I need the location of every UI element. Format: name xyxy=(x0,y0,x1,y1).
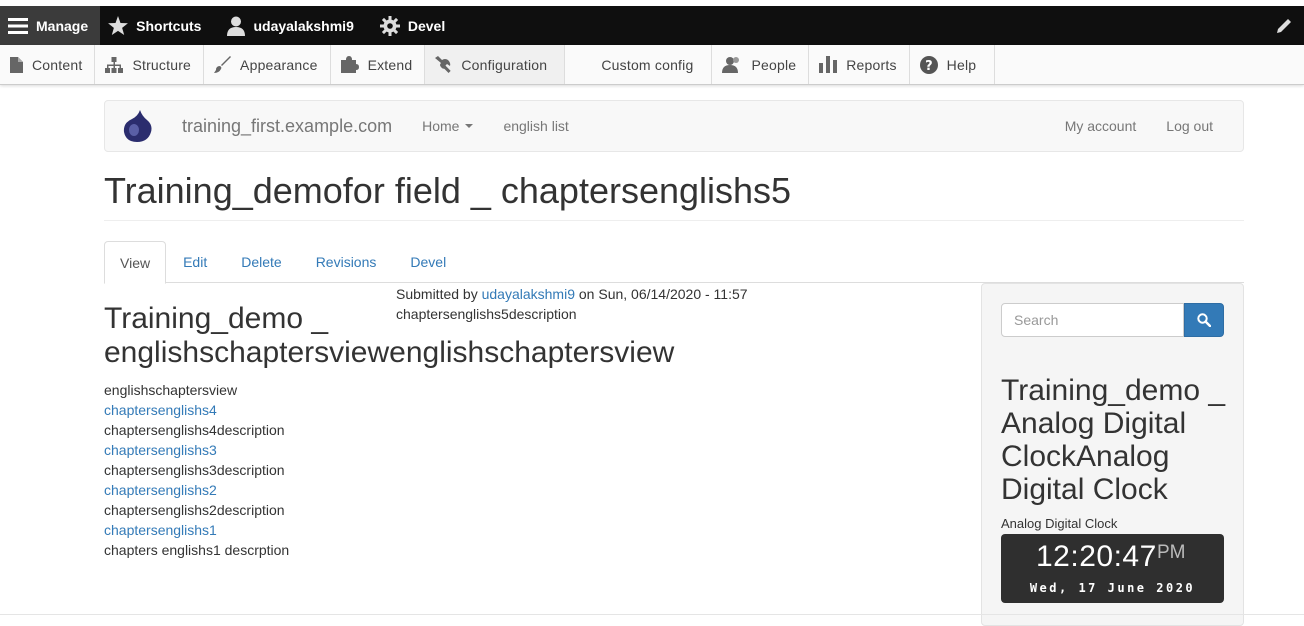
toolbar-manage-label: Manage xyxy=(36,17,89,34)
admin-tray: Content Structure Appearance Extend Conf… xyxy=(0,45,1304,85)
site-navbar: training_first.example.com Home english … xyxy=(104,100,1244,152)
tray-item-configuration[interactable]: Configuration xyxy=(425,45,566,84)
list-item: chaptersenglishs1 chapters englishs1 des… xyxy=(104,520,289,560)
site-name-link[interactable]: training_first.example.com xyxy=(182,116,392,137)
wrench-icon xyxy=(435,56,452,73)
author-link[interactable]: udayalakshmi9 xyxy=(482,286,575,302)
tray-item-structure[interactable]: Structure xyxy=(95,45,205,84)
gear-icon xyxy=(379,15,400,36)
star-icon xyxy=(108,16,129,35)
view-header: englishschaptersview xyxy=(104,382,238,398)
search-input[interactable]: Search xyxy=(1001,303,1184,337)
chapter-link[interactable]: chaptersenglishs4 xyxy=(104,402,217,418)
digital-clock: 12:20:47 PM Wed, 17 June 2020 xyxy=(1001,534,1224,603)
list-item: chaptersenglishs4 chaptersenglishs4descr… xyxy=(104,400,289,440)
sidebar: Search Training_demo _ Analog Digital Cl… xyxy=(981,283,1244,626)
submitted-line: Submitted by udayalakshmi9 on Sun, 06/14… xyxy=(396,284,748,304)
view-list: englishschaptersview chaptersenglishs4 c… xyxy=(104,380,289,560)
local-tasks-tabs: View Edit Delete Revisions Devel xyxy=(104,241,1244,284)
tray-item-label: Content xyxy=(32,56,83,73)
toolbar-user-label: udayalakshmi9 xyxy=(253,17,354,34)
node-meta: Submitted by udayalakshmi9 on Sun, 06/14… xyxy=(396,284,748,324)
tray-item-label: Help xyxy=(946,56,977,73)
toolbar-shortcuts-label: Shortcuts xyxy=(136,17,202,34)
chapter-link[interactable]: chaptersenglishs2 xyxy=(104,482,217,498)
nav-my-account[interactable]: My account xyxy=(1065,118,1137,134)
nav-home-dropdown[interactable]: Home xyxy=(422,118,474,134)
help-icon: ? xyxy=(919,55,938,74)
people-icon xyxy=(722,57,740,73)
hamburger-icon xyxy=(8,17,28,34)
toolbar-devel-label: Devel xyxy=(407,17,446,34)
clock-time: 12:20:47 xyxy=(1036,540,1157,573)
tab-devel[interactable]: Devel xyxy=(393,241,463,283)
tray-item-appearance[interactable]: Appearance xyxy=(204,45,331,84)
tab-view[interactable]: View xyxy=(104,241,167,284)
toolbar-shortcuts[interactable]: Shortcuts xyxy=(100,6,213,45)
sitemap-icon xyxy=(105,56,124,73)
search-form: Search xyxy=(1001,303,1224,337)
bar-chart-icon xyxy=(819,56,838,73)
chapter-link[interactable]: chaptersenglishs1 xyxy=(104,522,217,538)
caret-down-icon xyxy=(465,124,474,128)
file-icon xyxy=(10,56,23,73)
toolbar-manage[interactable]: Manage xyxy=(0,6,101,45)
nav-english-list[interactable]: english list xyxy=(503,118,568,134)
tray-item-people[interactable]: People xyxy=(712,45,810,84)
clock-date: Wed, 17 June 2020 xyxy=(1029,581,1196,595)
drupal-logo-icon[interactable] xyxy=(123,110,153,142)
page-title: Training_demofor field _ chaptersenglish… xyxy=(104,170,792,211)
clock-ampm: PM xyxy=(1157,542,1186,563)
toolbar-devel[interactable]: Devel xyxy=(372,6,457,45)
tray-item-label: Extend xyxy=(367,56,413,73)
tray-item-label: Configuration xyxy=(461,56,548,73)
tray-item-label: People xyxy=(751,56,797,73)
submitted-prefix: Submitted by xyxy=(396,286,478,302)
chapter-description: chaptersenglishs4description xyxy=(104,422,285,438)
tray-item-label: Structure xyxy=(132,56,192,73)
svg-text:?: ? xyxy=(925,59,933,74)
puzzle-icon xyxy=(340,56,359,73)
chapter-description: chaptersenglishs3description xyxy=(104,462,285,478)
nav-log-out[interactable]: Log out xyxy=(1166,118,1213,134)
toolbar-user[interactable]: udayalakshmi9 xyxy=(219,6,365,45)
tab-delete[interactable]: Delete xyxy=(224,241,298,283)
tab-edit[interactable]: Edit xyxy=(166,241,224,283)
tray-item-reports[interactable]: Reports xyxy=(809,45,910,84)
search-icon xyxy=(1197,313,1211,327)
clock-label: Analog Digital Clock xyxy=(1001,516,1118,531)
submitted-date: on Sun, 06/14/2020 - 11:57 xyxy=(578,286,748,302)
tray-item-label: Appearance xyxy=(240,56,318,73)
search-button[interactable] xyxy=(1184,303,1224,337)
node-body: chaptersenglishs5description xyxy=(396,306,577,322)
clock-block-title: Training_demo _ Analog Digital ClockAnal… xyxy=(1001,374,1226,506)
paintbrush-icon xyxy=(214,56,232,73)
tray-item-custom-config[interactable]: Custom config xyxy=(565,45,713,84)
tab-revisions[interactable]: Revisions xyxy=(299,241,394,283)
list-item: chaptersenglishs3 chaptersenglishs3descr… xyxy=(104,440,289,480)
tray-item-content[interactable]: Content xyxy=(0,45,96,84)
toolbar-edit-button[interactable] xyxy=(1264,6,1304,45)
tray-item-help[interactable]: ? Help xyxy=(910,45,995,84)
list-item: chaptersenglishs2 chaptersenglishs2descr… xyxy=(104,480,289,520)
user-icon xyxy=(227,16,246,36)
tray-item-label: Reports xyxy=(846,56,897,73)
chapter-description: chapters englishs1 descrption xyxy=(104,542,290,558)
pencil-icon xyxy=(1277,18,1291,33)
nav-home-label: Home xyxy=(422,118,460,134)
chapter-description: chaptersenglishs2description xyxy=(104,502,285,518)
tray-item-extend[interactable]: Extend xyxy=(331,45,426,84)
nav-account-links: My account Log out xyxy=(1065,118,1243,134)
title-divider xyxy=(104,220,1244,221)
chapter-link[interactable]: chaptersenglishs3 xyxy=(104,442,217,458)
tray-item-label: Custom config xyxy=(601,56,694,73)
bottom-divider xyxy=(0,614,1304,615)
admin-toolbar: Manage Shortcuts udayalakshmi9 Devel xyxy=(0,6,1304,45)
